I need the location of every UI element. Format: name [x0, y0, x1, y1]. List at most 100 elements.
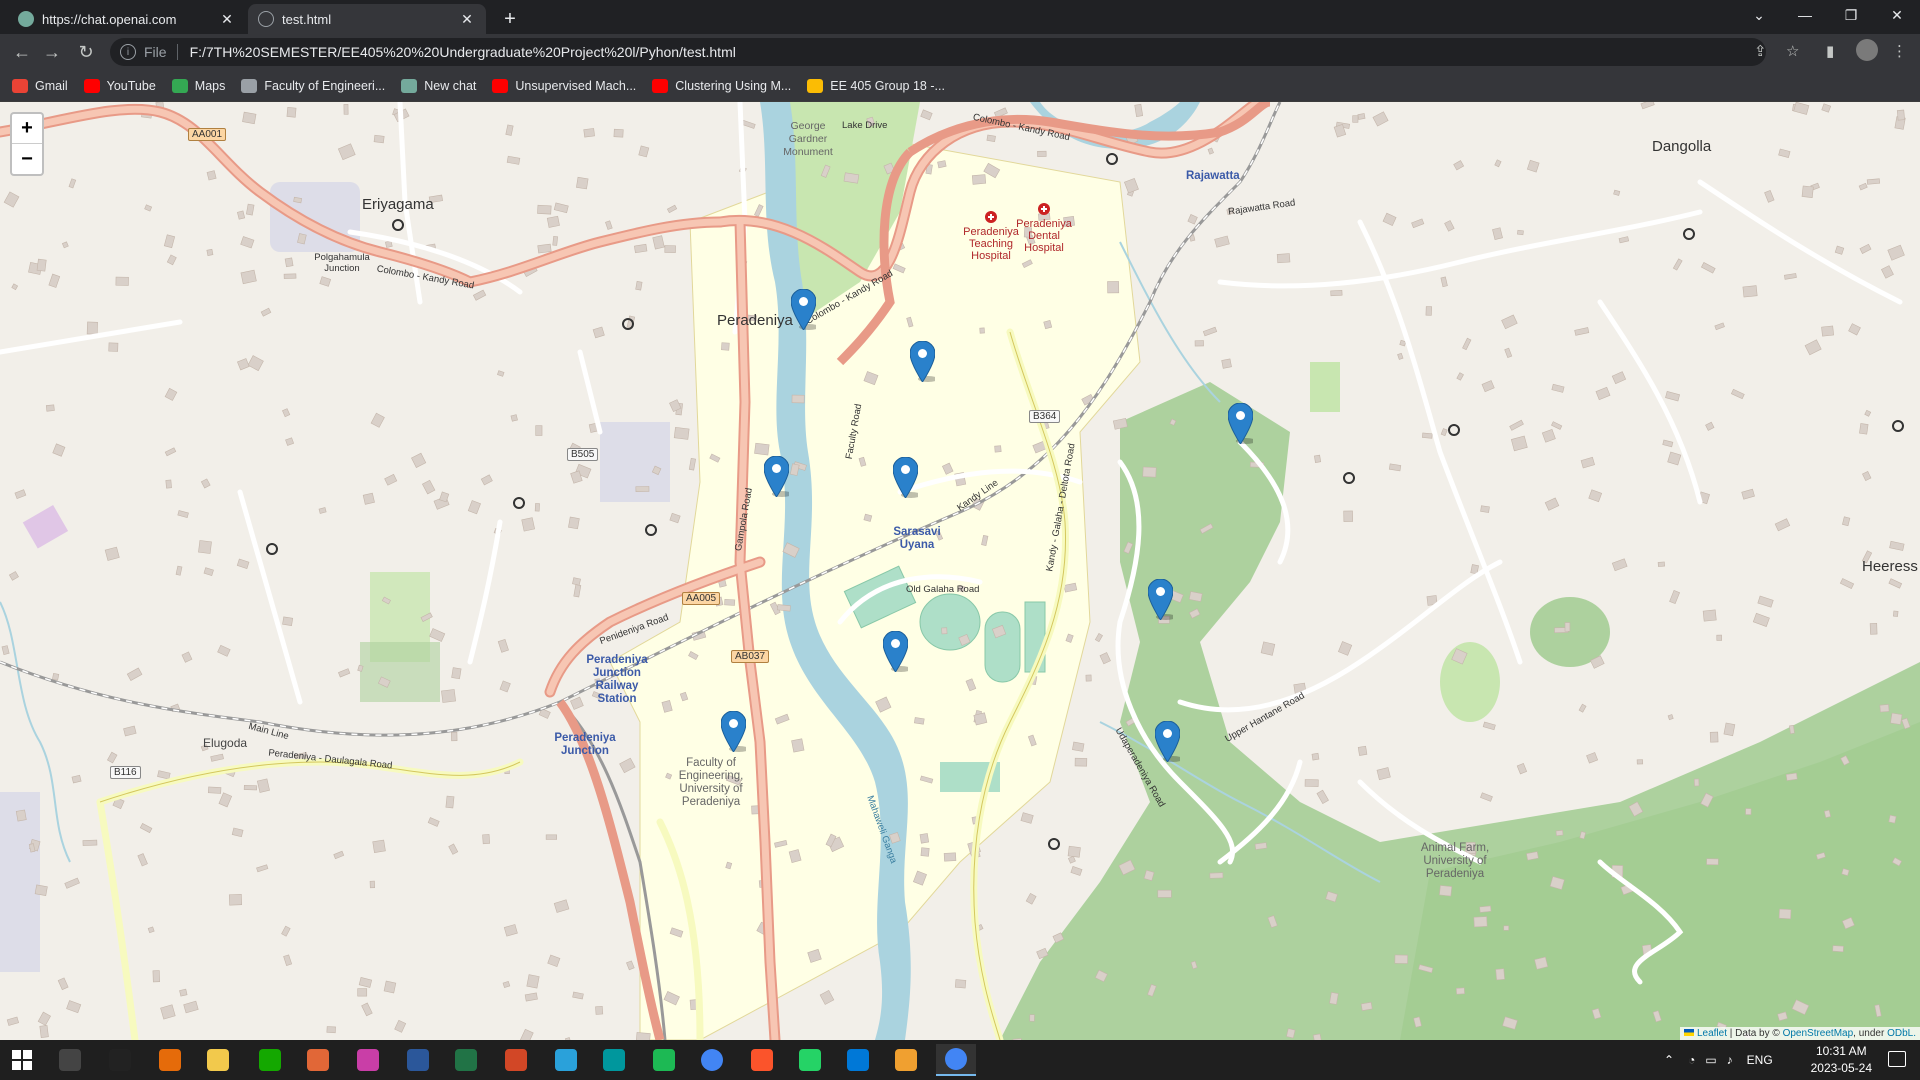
taskbar-vscode[interactable]: [838, 1044, 878, 1076]
bookmark-2[interactable]: Maps: [171, 78, 226, 93]
chevron-up-icon[interactable]: ⌃: [1664, 1053, 1674, 1067]
taskbar-brave[interactable]: [742, 1044, 782, 1076]
map-marker-2[interactable]: [910, 341, 935, 382]
youtube-icon: [83, 78, 100, 93]
map-marker-6[interactable]: [1148, 579, 1173, 620]
bookmarks-bar: Gmail YouTube Maps Faculty of Engineeri... N…: [0, 70, 1920, 102]
osm-link[interactable]: OpenStreetMap: [1783, 1028, 1854, 1039]
telegram-icon: [555, 1049, 577, 1071]
openai-icon: [18, 11, 34, 27]
globe-icon: [258, 11, 274, 27]
forward-icon[interactable]: →: [38, 38, 66, 66]
menu-icon[interactable]: ⋮: [1892, 42, 1907, 60]
taskbar-chrome[interactable]: [692, 1044, 732, 1076]
openai-icon: [401, 78, 418, 93]
close-icon[interactable]: ✕: [218, 10, 236, 28]
media-icon: [159, 1049, 181, 1071]
bookmark-label: Clustering Using M...: [675, 78, 792, 93]
bookmark-4[interactable]: New chat: [401, 78, 476, 93]
volume-icon[interactable]: ♪: [1727, 1053, 1733, 1067]
taskbar-inkscape[interactable]: [886, 1044, 926, 1076]
close-icon[interactable]: ✕: [458, 10, 476, 28]
taskbar-whatsapp[interactable]: [790, 1044, 830, 1076]
map-marker-7[interactable]: [883, 631, 908, 672]
shield-ab037: AB037: [731, 650, 770, 663]
star-icon[interactable]: ☆: [1786, 42, 1799, 60]
address-bar[interactable]: i File F:/7TH%20SEMESTER/EE405%20%20Unde…: [110, 38, 1766, 66]
clock[interactable]: 10:31 AM 2023-05-24: [1811, 1043, 1872, 1077]
taskbar-snipping[interactable]: [348, 1044, 388, 1076]
restore-icon[interactable]: ❐: [1828, 0, 1874, 30]
taskbar-telegram[interactable]: [546, 1044, 586, 1076]
shield-aa005: AA005: [682, 592, 721, 605]
taskbar-word[interactable]: [398, 1044, 438, 1076]
terminal-icon: [109, 1049, 131, 1071]
place-teaching-hospital: Peradeniya Teaching Hospital: [963, 226, 1019, 262]
place-animal-farm: Animal Farm, University of Peradeniya: [1420, 842, 1490, 880]
taskbar-chrome-active[interactable]: [936, 1044, 976, 1076]
bookmark-0[interactable]: Gmail: [12, 78, 68, 93]
leaflet-map[interactable]: Eriyagama Peradeniya Dangolla Heeress El…: [0, 102, 1920, 1040]
bookmark-7[interactable]: EE 405 Group 18 -...: [807, 78, 945, 93]
chrome-icon: [945, 1048, 967, 1070]
language-indicator[interactable]: ENG: [1747, 1053, 1773, 1067]
folder-icon: [207, 1049, 229, 1071]
taskbar-matlab[interactable]: [298, 1044, 338, 1076]
zoom-control: + −: [10, 112, 44, 176]
leaflet-link[interactable]: Leaflet: [1697, 1028, 1727, 1039]
zoom-out-button[interactable]: −: [12, 144, 42, 174]
drive-icon: [807, 78, 824, 93]
window-close-icon[interactable]: ✕: [1874, 0, 1920, 30]
map-marker-4[interactable]: [893, 457, 918, 498]
bookmark-1[interactable]: YouTube: [83, 78, 156, 93]
new-tab-button[interactable]: +: [496, 6, 524, 32]
map-marker-9[interactable]: [1155, 721, 1180, 762]
place-polgahamula-junction: Polgahamula Junction: [314, 252, 370, 274]
snip-icon: [357, 1049, 379, 1071]
clock-time: 10:31 AM: [1815, 1044, 1867, 1058]
place-eriyagama: Eriyagama: [362, 196, 434, 213]
map-marker-3[interactable]: [764, 456, 789, 497]
youtube-icon: [492, 78, 509, 93]
bookmark-label: Maps: [194, 78, 226, 93]
bookmark-3[interactable]: Faculty of Engineeri...: [241, 78, 385, 93]
taskbar-file-explorer[interactable]: [198, 1044, 238, 1076]
place-sarasavi-uyana: Sarasavi Uyana: [893, 526, 941, 551]
inkscape-icon: [895, 1049, 917, 1071]
windows-icon: [11, 1049, 33, 1071]
bookmark-6[interactable]: Clustering Using M...: [652, 78, 792, 93]
taskbar-upwork[interactable]: [250, 1044, 290, 1076]
place-dental-hospital: Peradeniya Dental Hospital: [1016, 218, 1072, 254]
map-marker-5[interactable]: [1228, 403, 1253, 444]
taskbar-media-player[interactable]: [150, 1044, 190, 1076]
zoom-in-button[interactable]: +: [12, 114, 42, 144]
network-icon[interactable]: ◔: [1688, 1053, 1695, 1067]
tab-search-icon[interactable]: ⌄: [1736, 0, 1782, 30]
attribution-text: | Data by ©: [1729, 1028, 1780, 1039]
side-panel-icon[interactable]: ▮: [1826, 42, 1834, 60]
info-icon[interactable]: i: [120, 44, 136, 60]
notification-icon[interactable]: [1888, 1051, 1906, 1067]
map-marker-1[interactable]: [791, 289, 816, 330]
taskbar-excel[interactable]: [446, 1044, 486, 1076]
minimize-icon[interactable]: —: [1782, 0, 1828, 30]
place-dangolla: Dangolla: [1652, 138, 1712, 155]
profile-avatar[interactable]: [1856, 39, 1878, 61]
taskbar-terminal[interactable]: [100, 1044, 140, 1076]
map-marker-8[interactable]: [721, 711, 746, 752]
taskbar-spotify[interactable]: [644, 1044, 684, 1076]
reload-icon[interactable]: ↻: [72, 38, 100, 66]
odbl-link[interactable]: ODbL.: [1887, 1028, 1916, 1039]
taskbar-powerpoint[interactable]: [496, 1044, 536, 1076]
share-icon[interactable]: ⇪: [1754, 42, 1767, 60]
taskbar-start[interactable]: [2, 1044, 42, 1076]
tab-test-html[interactable]: test.html ✕: [248, 4, 486, 34]
taskbar-arduino[interactable]: [594, 1044, 634, 1076]
address-url[interactable]: F:/7TH%20SEMESTER/EE405%20%20Undergradua…: [190, 44, 736, 60]
place-rajawatta: Rajawatta: [1186, 170, 1240, 182]
back-icon[interactable]: ←: [8, 38, 36, 66]
taskbar-task-view[interactable]: [50, 1044, 90, 1076]
battery-icon[interactable]: ▭: [1705, 1053, 1716, 1067]
bookmark-5[interactable]: Unsupervised Mach...: [492, 78, 636, 93]
tab-chat-openai[interactable]: https://chat.openai.com ✕: [8, 4, 246, 34]
